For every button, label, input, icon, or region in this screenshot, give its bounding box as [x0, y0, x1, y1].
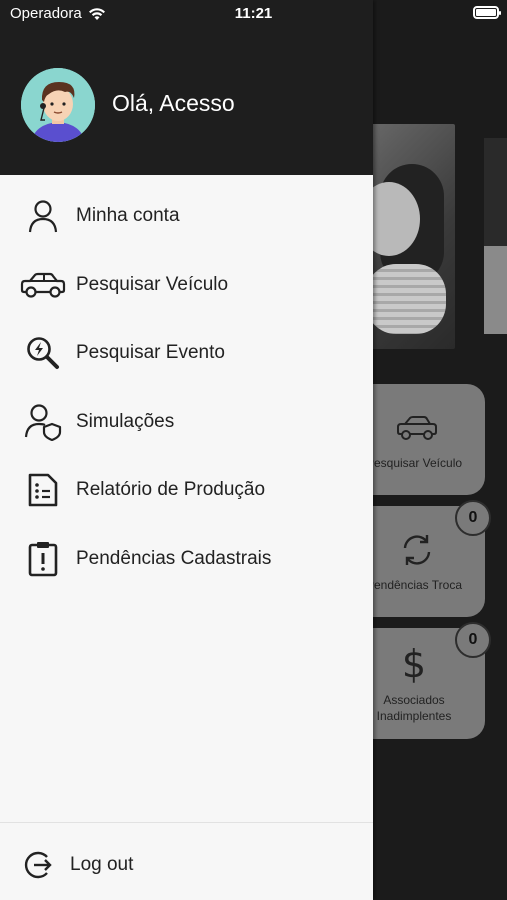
drawer-menu: Minha conta Pesquisar Veículo Pesquisar …	[0, 182, 373, 593]
menu-item-pesquisar-veiculo[interactable]: Pesquisar Veículo	[0, 251, 373, 320]
banner-image-next	[484, 138, 507, 334]
menu-item-label: Simulações	[76, 410, 175, 432]
side-drawer: Olá, Acesso Minha conta Pesquisar Veícul…	[0, 0, 373, 900]
logout-icon	[22, 849, 54, 881]
menu-item-simulacoes[interactable]: Simulações	[0, 388, 373, 457]
menu-item-minha-conta[interactable]: Minha conta	[0, 182, 373, 251]
menu-item-label: Pendências Cadastrais	[76, 547, 272, 569]
clock: 11:21	[234, 5, 273, 22]
car-icon	[397, 416, 437, 440]
avatar-illustration	[21, 68, 95, 142]
menu-item-relatorio-producao[interactable]: Relatório de Produção	[0, 456, 373, 525]
menu-item-pendencias-cadastrais[interactable]: Pendências Cadastrais	[0, 525, 373, 594]
menu-item-label: Pesquisar Veículo	[76, 273, 229, 295]
menu-item-pesquisar-evento[interactable]: Pesquisar Evento	[0, 319, 373, 388]
logout-button[interactable]: Log out	[0, 840, 373, 890]
refresh-icon	[403, 535, 431, 565]
search-event-icon	[20, 335, 66, 371]
menu-item-label: Minha conta	[76, 205, 180, 227]
count-badge: 0	[455, 622, 491, 658]
car-icon	[20, 267, 66, 303]
tile-label: Associados Inadimplentes	[376, 693, 452, 723]
divider	[0, 822, 373, 823]
menu-item-label: Pesquisar Evento	[76, 342, 225, 364]
greeting-text: Olá, Acesso	[112, 90, 235, 116]
user-shield-icon	[20, 404, 66, 441]
logout-label: Log out	[70, 854, 134, 875]
battery-icon	[473, 6, 501, 19]
clipboard-alert-icon	[20, 541, 66, 577]
avatar[interactable]	[21, 68, 95, 142]
menu-item-label: Relatório de Produção	[76, 479, 266, 501]
status-bar: Operadora 11:21	[0, 0, 507, 28]
report-icon	[20, 472, 66, 508]
count-badge: 0	[455, 500, 491, 536]
user-icon	[20, 198, 66, 234]
